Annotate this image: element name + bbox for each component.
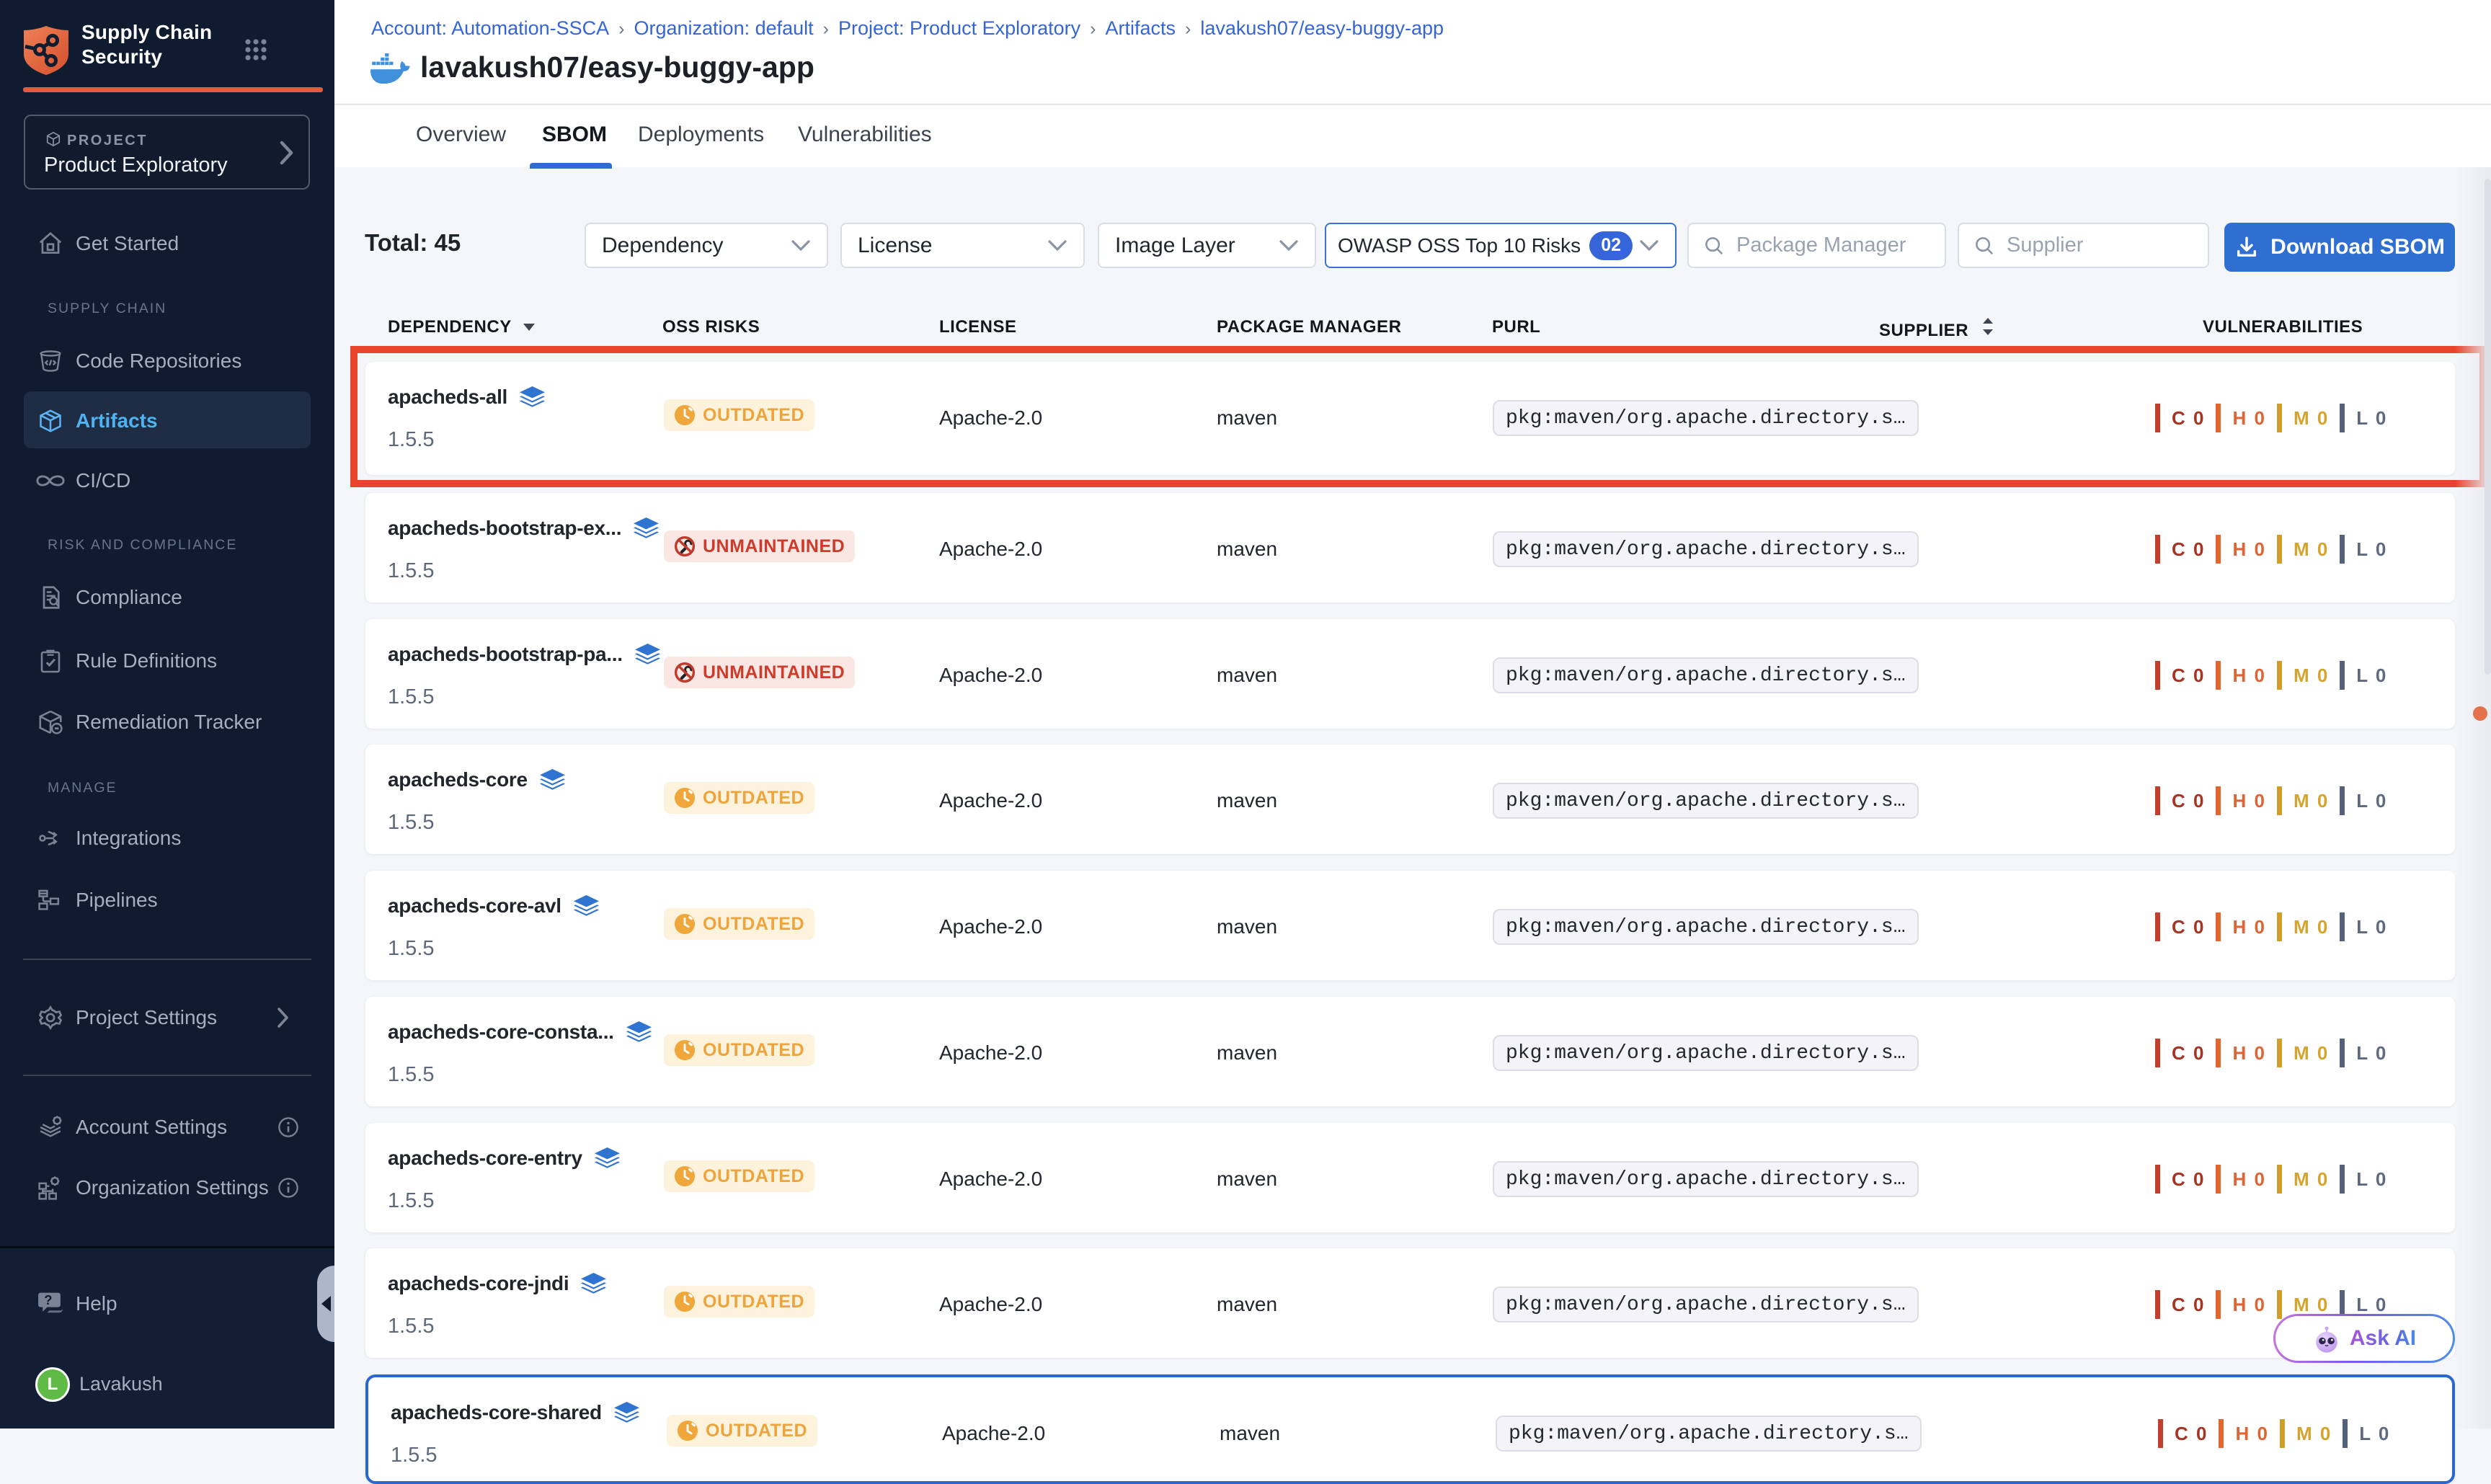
- svg-text:?: ?: [44, 1292, 52, 1307]
